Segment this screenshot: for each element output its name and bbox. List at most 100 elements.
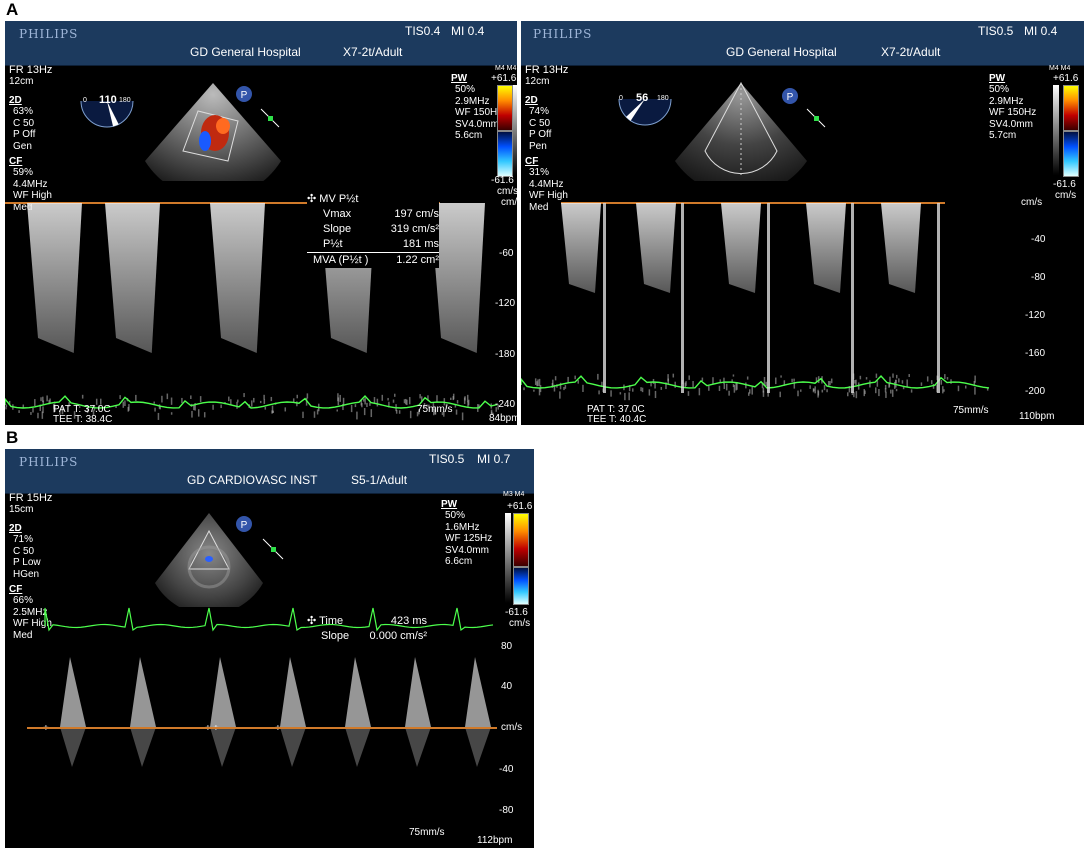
doppler-envelope — [636, 203, 676, 293]
mode-2d-values: 63% C 50 P Off Gen — [13, 106, 35, 152]
depth: 12cm — [525, 76, 549, 88]
heart-rate: 110bpm — [1019, 411, 1054, 422]
spike-artifact — [767, 203, 770, 393]
doppler-peak — [210, 657, 236, 727]
panel-a1-header: PHILIPS TIS0.4 MI 0.4 GD General Hospita… — [5, 21, 517, 66]
mode-2d-values: 74% C 50 P Off Pen — [529, 106, 551, 152]
mode-2d-label: 2D — [525, 95, 538, 106]
scale-tick-4: -160 — [1025, 348, 1045, 359]
sample-volume-icon — [259, 107, 281, 129]
color-bar-top: +61.6 — [1053, 73, 1078, 84]
heart-rate: 112bpm — [477, 835, 512, 846]
scale-tick-2: -80 — [1031, 272, 1045, 283]
philips-logo: PHILIPS — [533, 27, 592, 41]
tis-value: TIS0.5 — [978, 24, 1013, 38]
doppler-envelope — [27, 203, 82, 353]
scale-tick-80: 80 — [501, 641, 512, 652]
color-bar-negative — [497, 131, 513, 177]
color-bar-positive — [513, 513, 529, 567]
figure-label-a: A — [6, 0, 18, 20]
doppler-peak — [405, 657, 431, 727]
angle-value: 110 — [99, 94, 117, 106]
doppler-trough — [60, 727, 86, 767]
spike-artifact — [681, 203, 684, 393]
svg-text:P: P — [241, 520, 248, 531]
color-bar-unit: cm/s — [509, 618, 530, 629]
spectral-doppler-trace: ++++ — [5, 637, 495, 827]
measurement-box: ✣ MV P½t Vmax 197 cm/s Slope 319 cm/s² P½t… — [307, 192, 439, 268]
probe-name: S5-1/Adult — [351, 473, 407, 487]
sweep-speed: 75mm/s — [417, 404, 453, 415]
scale-tick-neg40: -40 — [499, 764, 513, 775]
pw-label: PW — [441, 499, 457, 510]
philips-logo: PHILIPS — [19, 27, 78, 41]
panel-a2-echo-screen: PHILIPS TIS0.5 MI 0.4 GD General Hospita… — [521, 21, 1084, 425]
cf-label: CF — [9, 156, 22, 167]
svg-text:P: P — [787, 92, 794, 103]
scale-tick-1: -60 — [499, 248, 513, 259]
ecg-trace — [5, 604, 505, 640]
doppler-baseline — [27, 727, 497, 729]
color-bar-negative — [513, 567, 529, 605]
pw-values: 50% 1.6MHz WF 125Hz SV4.0mm 6.6cm — [445, 510, 492, 568]
scale-tick-2: -120 — [495, 298, 515, 309]
pw-label: PW — [989, 73, 1005, 84]
doppler-trough — [280, 727, 306, 767]
mi-value: MI 0.4 — [1024, 24, 1057, 38]
spike-artifact — [937, 203, 940, 393]
doppler-envelope — [105, 203, 160, 353]
color-bar-positive — [497, 85, 513, 131]
pw-values: 50% 2.9MHz WF 150Hz SV4.0mm 5.6cm — [455, 84, 502, 142]
pw-label: PW — [451, 73, 467, 84]
panel-b-echo-screen: PHILIPS TIS0.5 MI 0.7 GD CARDIOVASC INST… — [5, 449, 534, 848]
sweep-speed: 75mm/s — [953, 405, 989, 416]
angle-min: 0 — [83, 97, 87, 104]
color-bar-bottom: -61.6 — [1053, 179, 1076, 190]
sweep-speed: 75mm/s — [409, 827, 445, 838]
doppler-peak — [465, 657, 491, 727]
measurement-title: ✣ MV P½t — [307, 192, 439, 207]
doppler-peak — [280, 657, 306, 727]
scale-unit: cm/s — [501, 722, 522, 733]
heart-rate: 84bpm — [489, 413, 517, 424]
p-marker-icon: P — [233, 83, 255, 105]
probe-name: X7-2t/Adult — [343, 45, 402, 59]
angle-min: 0 — [619, 95, 623, 102]
grayscale-bar — [505, 513, 511, 603]
ecg-trace — [521, 376, 989, 388]
meas-row-pht: P½t 181 ms — [307, 237, 439, 253]
color-bar-header: M4 M4 — [495, 65, 516, 72]
color-bar-top: +61.6 — [491, 73, 516, 84]
figure-label-b: B — [6, 428, 18, 448]
tis-value: TIS0.5 — [429, 452, 464, 466]
doppler-envelope — [806, 203, 846, 293]
doppler-peak — [60, 657, 86, 727]
panel-a1-echo-screen: PHILIPS TIS0.4 MI 0.4 GD General Hospita… — [5, 21, 517, 425]
cf-label: CF — [525, 156, 538, 167]
angle-max: 180 — [657, 95, 669, 102]
spike-artifact — [851, 203, 854, 393]
scale-tick-40: 40 — [501, 681, 512, 692]
color-bar-top: +61.6 — [507, 501, 532, 512]
doppler-trough — [405, 727, 431, 767]
doppler-peak — [130, 657, 156, 727]
mi-value: MI 0.4 — [451, 24, 484, 38]
tee-temp: TEE T: 40.4C — [587, 414, 646, 425]
color-bar-header: M4 M4 — [1049, 65, 1070, 72]
scale-unit: cm/s — [1021, 197, 1042, 208]
color-doppler-sector-image — [143, 81, 283, 181]
hospital-name: GD CARDIOVASC INST — [187, 473, 317, 487]
mode-2d-values: 71% C 50 P Low HGen — [13, 534, 41, 580]
hospital-name: GD General Hospital — [190, 45, 301, 59]
meas-row-time: ✣ Time 423 ms — [307, 614, 427, 629]
hospital-name: GD General Hospital — [726, 45, 837, 59]
mode-2d-label: 2D — [9, 523, 22, 534]
doppler-trough — [465, 727, 491, 767]
color-bar-header: M3 M4 — [503, 491, 524, 498]
depth: 12cm — [9, 76, 33, 88]
scale-tick-neg80: -80 — [499, 805, 513, 816]
meas-row-slope: Slope 319 cm/s² — [307, 222, 439, 237]
doppler-envelope — [561, 203, 601, 293]
scale-unit: cm/s — [501, 197, 517, 208]
panel-b-header: PHILIPS TIS0.5 MI 0.7 GD CARDIOVASC INST… — [5, 449, 534, 494]
